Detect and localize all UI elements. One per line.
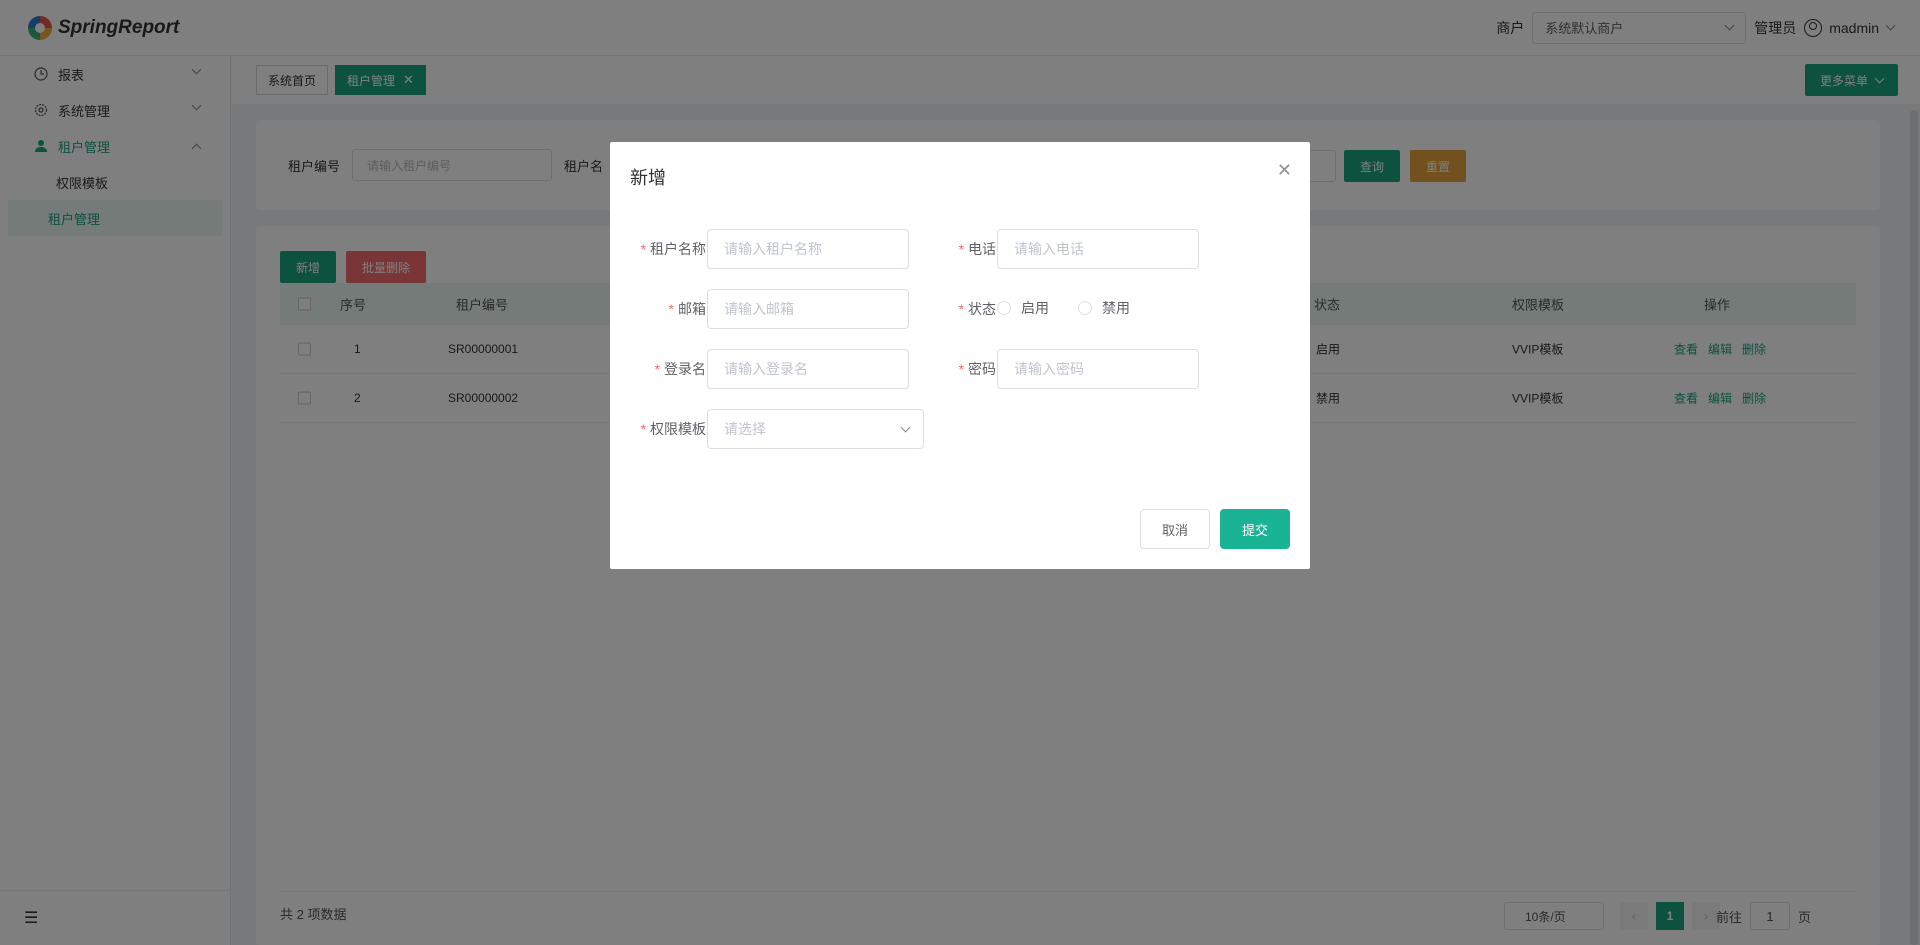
status-enable-radio[interactable]: 启用 xyxy=(997,298,1049,318)
email-input[interactable]: 请输入邮箱 xyxy=(707,289,909,329)
close-icon[interactable]: ✕ xyxy=(1277,160,1292,181)
template-label: * 权限模板 xyxy=(640,421,706,437)
dialog-title: 新增 xyxy=(630,168,666,188)
password-input[interactable]: 请输入密码 xyxy=(997,349,1199,389)
phone-label: * 电话 xyxy=(958,241,996,257)
status-disable-radio[interactable]: 禁用 xyxy=(1078,298,1130,318)
tenant-name-label: * 租户名称 xyxy=(640,241,706,257)
status-label: * 状态 xyxy=(958,301,996,317)
login-name-label: * 登录名 xyxy=(654,361,706,377)
login-name-input[interactable]: 请输入登录名 xyxy=(707,349,909,389)
template-select[interactable]: 请选择 xyxy=(707,409,924,449)
email-label: * 邮箱 xyxy=(668,301,706,317)
submit-button[interactable]: 提交 xyxy=(1220,509,1290,549)
chevron-down-icon xyxy=(900,422,911,432)
cancel-button[interactable]: 取消 xyxy=(1140,509,1210,549)
template-placeholder: 请选择 xyxy=(724,421,766,437)
add-tenant-dialog: 新增 ✕ * 租户名称 请输入租户名称 * 电话 请输入电话 * 邮箱 请输入邮箱 *… xyxy=(610,142,1310,569)
radio-circle-icon xyxy=(997,301,1011,315)
password-label: * 密码 xyxy=(958,361,996,377)
radio-circle-icon xyxy=(1078,301,1092,315)
tenant-name-input[interactable]: 请输入租户名称 xyxy=(707,229,909,269)
phone-input[interactable]: 请输入电话 xyxy=(997,229,1199,269)
